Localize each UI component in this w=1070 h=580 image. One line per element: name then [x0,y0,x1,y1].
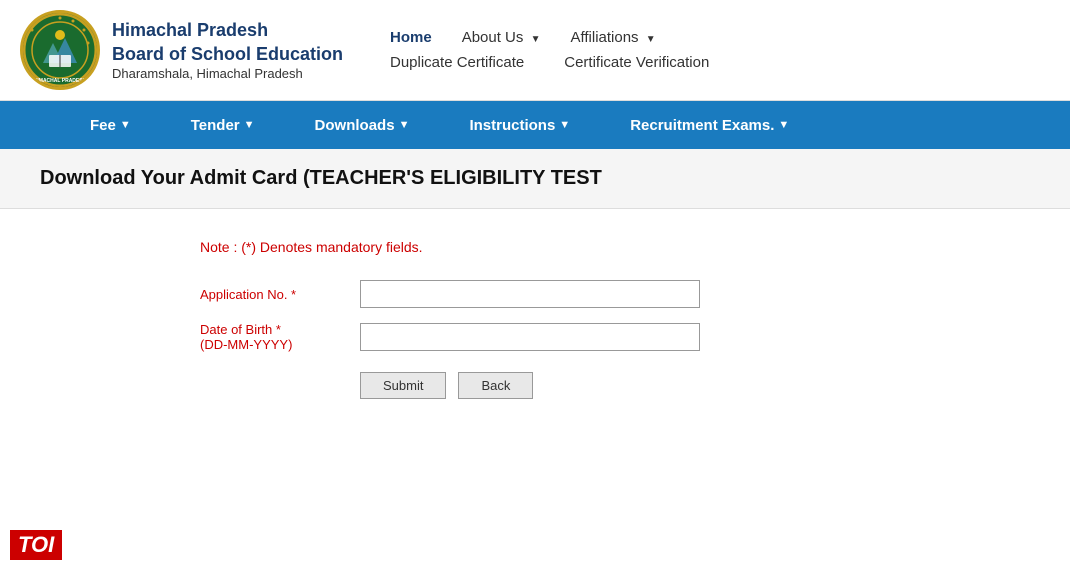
org-title-line1: Himachal Pradesh [112,19,343,42]
org-name: Himachal Pradesh Board of School Educati… [112,19,343,81]
mandatory-note: Note : (*) Denotes mandatory fields. [200,239,1030,255]
recruitment-dropdown-arrow: ▼ [778,119,789,131]
dob-label: Date of Birth * (DD-MM-YYYY) [200,322,360,352]
svg-text:HIMACHAL PRADESH: HIMACHAL PRADESH [34,78,87,84]
dob-input[interactable] [360,323,700,351]
downloads-dropdown-arrow: ▼ [399,119,410,131]
blue-nav-downloads[interactable]: Downloads ▼ [285,101,440,149]
submit-button[interactable]: Submit [360,372,446,399]
blue-nav-tender[interactable]: Tender ▼ [161,101,285,149]
page-title-bar: Download Your Admit Card (TEACHER'S ELIG… [0,149,1070,209]
main-nav: Home About Us ▼ Affiliations ▼ Duplicate… [360,29,1050,71]
back-button[interactable]: Back [458,372,533,399]
logo-area: HIMACHAL PRADESH Himachal Pradesh Board … [20,10,360,90]
app-no-input[interactable] [360,280,700,308]
blue-navbar: Fee ▼ Tender ▼ Downloads ▼ Instructions … [0,101,1070,149]
toi-badge: TOI [10,530,62,560]
org-title-line2: Board of School Education [112,43,343,66]
org-logo: HIMACHAL PRADESH [20,10,100,90]
app-no-label: Application No. * [200,287,360,302]
instructions-dropdown-arrow: ▼ [559,119,570,131]
main-content: Note : (*) Denotes mandatory fields. App… [0,209,1070,429]
app-no-group: Application No. * [200,280,1030,308]
page-title: Download Your Admit Card (TEACHER'S ELIG… [40,167,1030,190]
page-header: HIMACHAL PRADESH Himachal Pradesh Board … [0,0,1070,101]
nav-top-row: Home About Us ▼ Affiliations ▼ [390,29,1050,54]
nav-affiliations[interactable]: Affiliations ▼ [570,29,655,46]
org-subtitle: Dharamshala, Himachal Pradesh [112,66,343,81]
blue-nav-instructions[interactable]: Instructions ▼ [439,101,600,149]
about-dropdown-arrow: ▼ [531,34,541,45]
nav-home[interactable]: Home [390,29,432,46]
tender-dropdown-arrow: ▼ [244,119,255,131]
nav-cert-verify[interactable]: Certificate Verification [564,54,709,71]
dob-group: Date of Birth * (DD-MM-YYYY) [200,322,1030,352]
nav-bottom-row: Duplicate Certificate Certificate Verifi… [390,54,1050,71]
nav-about[interactable]: About Us ▼ [462,29,541,46]
nav-dup-cert[interactable]: Duplicate Certificate [390,54,524,71]
affiliations-dropdown-arrow: ▼ [646,34,656,45]
blue-nav-recruitment[interactable]: Recruitment Exams. ▼ [600,101,819,149]
blue-nav-fee[interactable]: Fee ▼ [60,101,161,149]
fee-dropdown-arrow: ▼ [120,119,131,131]
form-actions: Submit Back [360,372,1030,399]
